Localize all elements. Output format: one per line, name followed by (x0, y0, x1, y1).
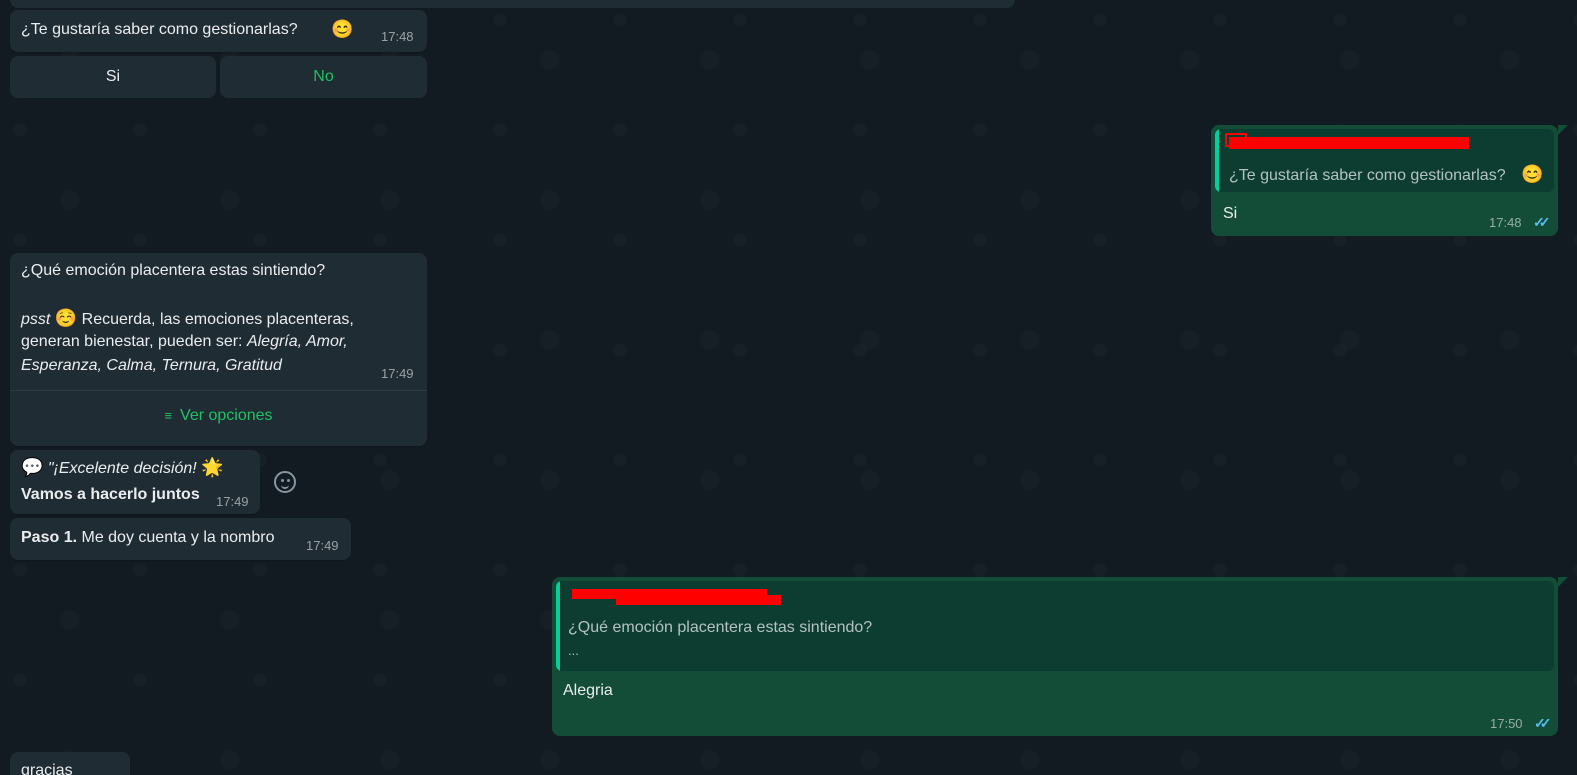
step-label: Paso 1. (21, 529, 78, 546)
message-line-2: psst ☺️ Recuerda, las emociones placente… (21, 308, 354, 329)
message-time: 17:49 (306, 538, 339, 553)
incoming-message-gracias[interactable]: gracias (10, 752, 130, 775)
message-text: Si (1223, 205, 1238, 222)
redacted-author-2 (1225, 133, 1247, 147)
excellent-text: "¡Excelente decisión! (47, 460, 197, 477)
smile-emoji-icon: 😊 (1521, 164, 1544, 184)
message-time: 17:48 (1489, 215, 1522, 230)
message-time: 17:49 (216, 494, 249, 509)
message-text: Paso 1. Me doy cuenta y la nombro (21, 529, 274, 547)
message-line-4: Esperanza, Calma, Ternura, Gratitud (21, 357, 282, 375)
together-text: Vamos a hacerlo juntos (21, 486, 200, 503)
outgoing-message-reply-si[interactable]: ¿Te gustaría saber como gestionarlas? 😊 … (1211, 125, 1558, 236)
read-ticks-icon: ✓✓ (1534, 715, 1552, 731)
speech-bubble-emoji-icon: 💬 (21, 457, 44, 477)
message-time: 17:48 (381, 29, 414, 44)
message-time: 17:50 (1490, 716, 1523, 731)
view-options-label: Ver opciones (180, 407, 273, 424)
quote-ellipsis: ... (568, 643, 579, 658)
psst-text: psst (21, 311, 51, 328)
quote-bar (556, 581, 560, 671)
quote-text: ¿Te gustaría saber como gestionarlas? (1229, 167, 1506, 184)
incoming-message-question[interactable]: ¿Te gustaría saber como gestionarlas? 😊 … (10, 10, 427, 52)
message-time: 17:49 (381, 366, 414, 381)
incoming-message-excellent[interactable]: 💬 "¡Excelente decisión! 🌟 Vamos a hacerl… (10, 450, 260, 514)
star-emoji-icon: 🌟 (201, 457, 224, 477)
redacted-author (1229, 137, 1469, 149)
chat-background: ¿Te gustaría saber como gestionarlas? 😊 … (0, 0, 1577, 775)
quick-reply-no-button[interactable]: No (220, 56, 427, 98)
react-emoji-icon[interactable] (274, 471, 296, 493)
message-line-3: generan bienestar, pueden ser: Alegría, … (21, 333, 348, 351)
incoming-message-emotion[interactable]: ¿Qué emoción placentera estas sintiendo?… (10, 253, 427, 446)
redacted-author-2 (616, 595, 781, 605)
bubble-tail (1558, 125, 1568, 135)
quote-text: ¿Qué emoción placentera estas sintiendo? (568, 619, 873, 636)
previous-message-edge (10, 0, 1015, 8)
react-mouth (281, 483, 289, 489)
line4-italic: Esperanza, Calma, Ternura, Gratitud (21, 357, 282, 374)
quote-bar (1215, 129, 1219, 192)
message-text: ¿Te gustaría saber como gestionarlas? (21, 21, 298, 38)
quoted-message[interactable]: ¿Qué emoción placentera estas sintiendo?… (556, 581, 1554, 671)
smile-emoji-icon: 😊 (331, 19, 354, 39)
quick-reply-yes-button[interactable]: Si (10, 56, 216, 98)
bubble-tail (1558, 577, 1568, 587)
view-options-button[interactable]: ≡ Ver opciones (10, 391, 427, 441)
read-ticks-icon: ✓✓ (1533, 214, 1551, 230)
line3-italic: Alegría, Amor, (246, 333, 348, 350)
message-text: gracias (21, 762, 73, 775)
list-icon: ≡ (164, 408, 173, 423)
incoming-message-step1[interactable]: Paso 1. Me doy cuenta y la nombro 17:49 (10, 518, 351, 560)
message-text: Alegria (563, 682, 613, 699)
message-line-1: ¿Qué emoción placentera estas sintiendo? (21, 262, 326, 279)
step-text: Me doy cuenta y la nombro (81, 529, 275, 546)
outgoing-message-reply-alegria[interactable]: ¿Qué emoción placentera estas sintiendo?… (552, 577, 1558, 736)
recuerda-text: Recuerda, las emociones placenteras, (81, 311, 354, 328)
line3-prefix: generan bienestar, pueden ser: (21, 333, 243, 350)
relieved-emoji-icon: ☺️ (54, 308, 78, 328)
message-line-1: 💬 "¡Excelente decisión! 🌟 (21, 457, 224, 478)
quoted-message[interactable]: ¿Te gustaría saber como gestionarlas? 😊 (1215, 129, 1554, 192)
